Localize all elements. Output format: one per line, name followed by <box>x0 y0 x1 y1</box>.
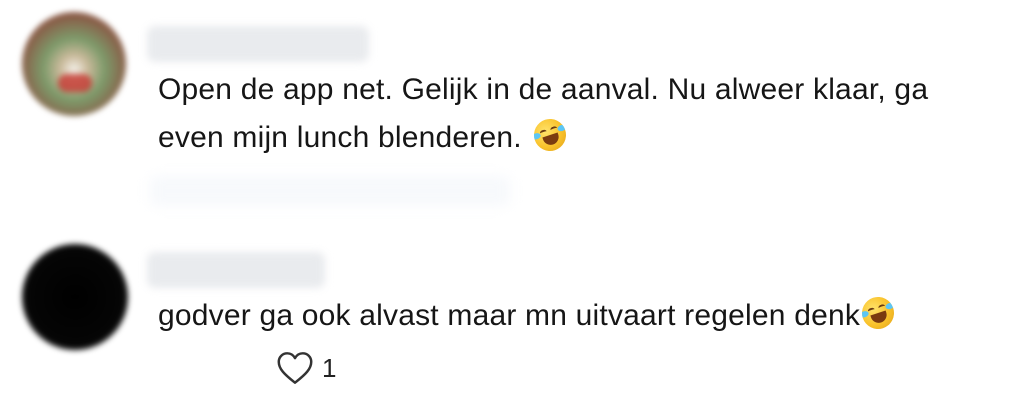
rolling-on-floor-laughing-emoji <box>857 292 899 334</box>
rolling-on-floor-laughing-emoji <box>530 114 571 156</box>
comment-1: Open de app net. Gelijk in de aanval. Nu… <box>0 0 1024 230</box>
comment-2: godver ga ook alvast maar mn uitvaart re… <box>0 230 1024 409</box>
comment-text-line-1: godver ga ook alvast maar mn uitvaart re… <box>158 299 861 332</box>
like-count: 1 <box>322 352 337 383</box>
like-row: 1 <box>276 348 336 388</box>
comment-text-line-2-text: even mijn lunch blenderen. <box>158 121 522 154</box>
comment-text-line-1: Open de app net. Gelijk in de aanval. Nu… <box>158 73 929 106</box>
comment-text-line-2: even mijn lunch blenderen. <box>158 114 928 162</box>
comment-text: godver ga ook alvast maar mn uitvaart re… <box>158 292 899 340</box>
commenter-avatar[interactable] <box>22 244 128 350</box>
commenter-username[interactable] <box>147 252 325 288</box>
heart-outline-icon[interactable] <box>276 351 314 385</box>
reply-button[interactable] <box>150 176 510 206</box>
comment-text: Open de app net. Gelijk in de aanval. Nu… <box>158 66 928 162</box>
commenter-avatar[interactable] <box>22 12 126 116</box>
commenter-username[interactable] <box>147 26 369 62</box>
